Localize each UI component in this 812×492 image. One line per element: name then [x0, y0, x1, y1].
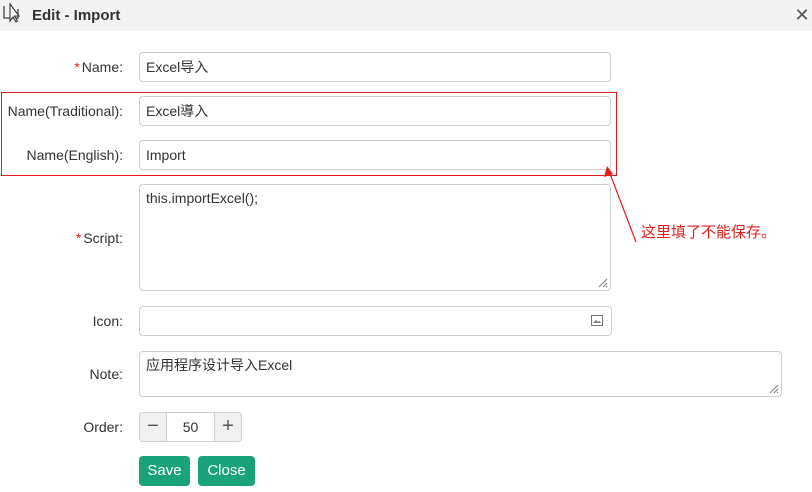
- order-stepper: − 50 +: [139, 412, 242, 442]
- decrement-button[interactable]: −: [140, 413, 167, 441]
- order-value[interactable]: 50: [167, 413, 214, 441]
- label-name-text: Name:: [81, 59, 123, 75]
- required-marker: *: [74, 59, 80, 75]
- dialog-titlebar: Edit - Import ✕: [0, 0, 812, 31]
- annotation-arrow: [604, 166, 637, 243]
- script-text: this.importExcel();: [146, 190, 259, 206]
- dialog-title: Edit - Import: [32, 7, 121, 24]
- resize-grip-icon[interactable]: [596, 276, 608, 288]
- note-textarea[interactable]: 应用程序设计导入Excel: [139, 351, 782, 397]
- label-order: Order:: [83, 419, 123, 435]
- annotation-highlight-box: [1, 92, 617, 176]
- script-textarea[interactable]: this.importExcel();: [139, 184, 611, 291]
- window-edit-icon: [3, 3, 21, 23]
- label-script: * Script:: [0, 230, 123, 246]
- save-button[interactable]: Save: [139, 456, 190, 486]
- annotation-note: 这里填了不能保存。: [641, 223, 777, 241]
- resize-grip-icon[interactable]: [767, 382, 779, 394]
- close-button[interactable]: Close: [198, 456, 255, 486]
- note-text: 应用程序设计导入Excel: [146, 357, 293, 373]
- close-icon[interactable]: ✕: [793, 6, 811, 24]
- increment-button[interactable]: +: [214, 413, 241, 441]
- required-marker: *: [75, 230, 82, 246]
- name-field[interactable]: Excel导入: [139, 52, 611, 82]
- label-script-text: Script:: [83, 230, 123, 246]
- label-name: * Name:: [0, 59, 123, 75]
- image-picker-icon[interactable]: [591, 315, 603, 326]
- label-note: Note:: [89, 366, 123, 382]
- label-icon: Icon:: [92, 313, 123, 329]
- icon-field[interactable]: [139, 306, 612, 336]
